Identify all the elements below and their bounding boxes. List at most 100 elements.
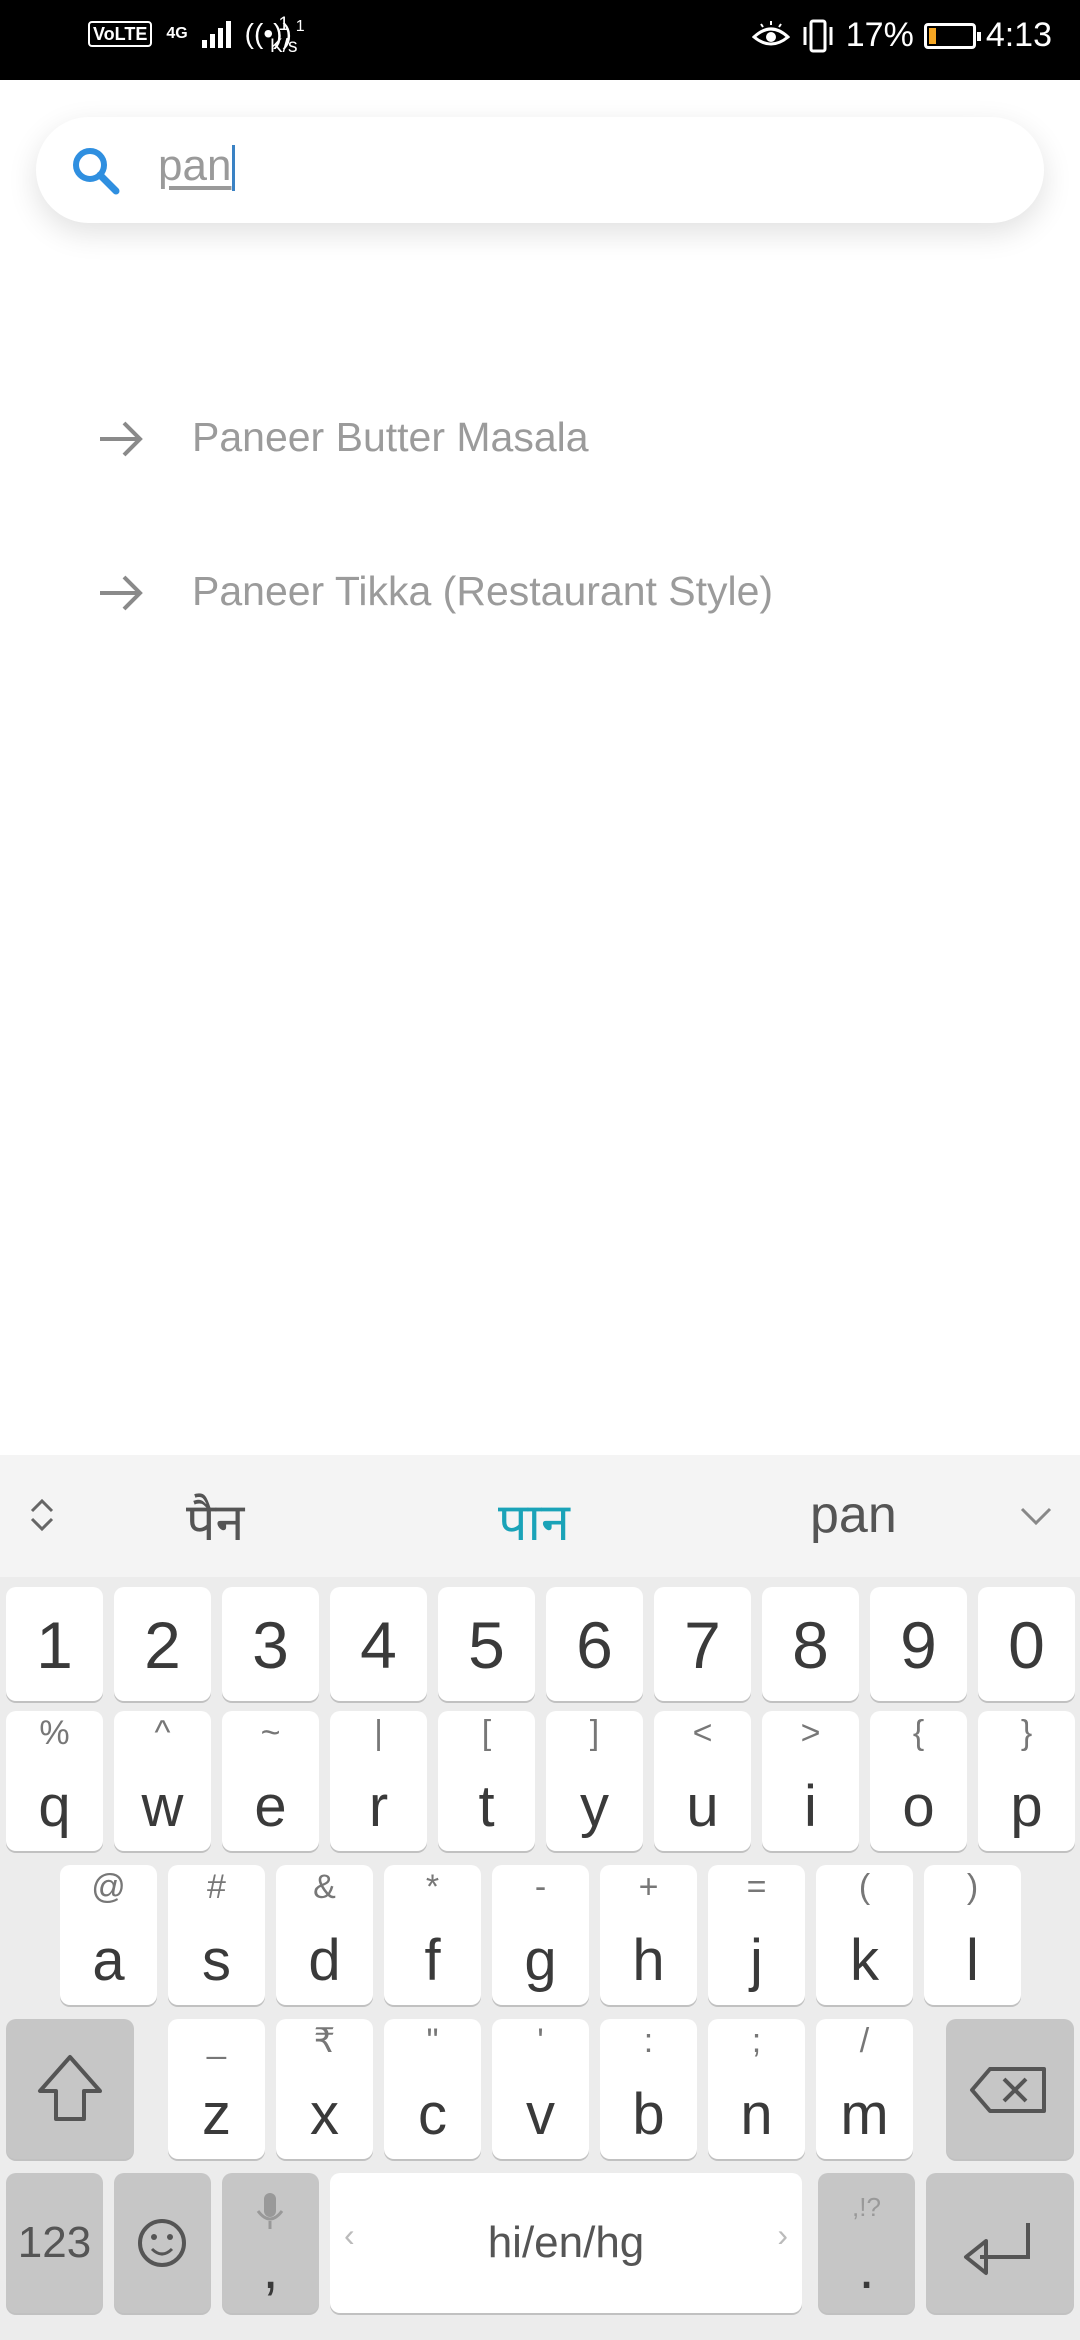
key-label: a — [92, 1928, 125, 1993]
network-speed-unit: K/s — [270, 36, 298, 57]
arrow-right-icon — [100, 421, 143, 457]
key-label: . — [858, 2236, 875, 2301]
enter-key[interactable] — [926, 2173, 1074, 2313]
battery-icon — [923, 22, 981, 49]
key-label: 6 — [576, 1608, 613, 1682]
mode-123-key[interactable]: 123 — [6, 2173, 103, 2313]
space-key[interactable]: ‹ › hi/en/hg — [330, 2173, 802, 2313]
key-label: t — [478, 1774, 495, 1839]
key-label: 9 — [900, 1608, 937, 1682]
key-e[interactable]: ~ e — [222, 1711, 319, 1851]
key-label: j — [750, 1928, 763, 1993]
key-7[interactable]: 7 — [654, 1587, 751, 1701]
key-label: , — [262, 2236, 279, 2301]
key-w[interactable]: ^ w — [114, 1711, 211, 1851]
key-d[interactable]: & d — [276, 1865, 373, 2005]
period-key[interactable]: ,!?. — [818, 2173, 915, 2313]
emoji-key[interactable] — [114, 2173, 211, 2313]
key-0[interactable]: 0 — [978, 1587, 1075, 1701]
key-alt-label: & — [313, 1868, 336, 1906]
key-j[interactable]: = j — [708, 1865, 805, 2005]
key-alt-label: @ — [91, 1868, 126, 1906]
suggestion-item[interactable]: Paneer Tikka (Restaurant Style) — [0, 532, 1080, 652]
candidate-word-selected[interactable]: पान — [498, 1485, 570, 1556]
key-6[interactable]: 6 — [546, 1587, 643, 1701]
key-h[interactable]: + h — [600, 1865, 697, 2005]
key-alt-label: ) — [966, 1868, 979, 1906]
key-2[interactable]: 2 — [114, 1587, 211, 1701]
space-label: hi/en/hg — [487, 2218, 645, 2267]
shift-key[interactable] — [6, 2019, 134, 2159]
key-8[interactable]: 8 — [762, 1587, 859, 1701]
key-z[interactable]: _ z — [168, 2019, 265, 2159]
key-alt-label: ,!? — [852, 2192, 881, 2222]
key-b[interactable]: :b — [600, 2019, 697, 2159]
volte-indicator: VoLTE — [88, 21, 153, 47]
key-label: v — [526, 2082, 555, 2147]
chevron-down-icon[interactable] — [1016, 1497, 1056, 1537]
key-v[interactable]: ' v — [492, 2019, 589, 2159]
key-alt-label: ' — [537, 2022, 544, 2060]
key-label: n — [740, 2082, 773, 2147]
key-alt-label: + — [638, 1868, 659, 1906]
key-p[interactable]: } p — [978, 1711, 1075, 1851]
key-n[interactable]: ; n — [708, 2019, 805, 2159]
key-label: c — [418, 2082, 447, 2147]
candidate-word[interactable]: पैन — [186, 1485, 244, 1556]
key-4[interactable]: 4 — [330, 1587, 427, 1701]
key-a[interactable]: @ a — [60, 1865, 157, 2005]
expand-arrows-icon[interactable] — [22, 1495, 62, 1535]
comma-key[interactable]: , — [222, 2173, 319, 2313]
key-label: u — [686, 1774, 719, 1839]
key-alt-label: ^ — [154, 1714, 171, 1752]
key-label: 8 — [792, 1608, 829, 1682]
key-l[interactable]: ) l — [924, 1865, 1021, 2005]
emoji-icon — [138, 2219, 186, 2267]
network-type: 4G — [166, 25, 188, 42]
key-q[interactable]: % q — [6, 1711, 103, 1851]
search-input[interactable]: pan — [158, 141, 236, 192]
key-label: l — [966, 1928, 979, 1993]
key-k[interactable]: (k — [816, 1865, 913, 2005]
key-3[interactable]: 3 — [222, 1587, 319, 1701]
backspace-key[interactable] — [946, 2019, 1074, 2159]
key-label: w — [141, 1774, 184, 1839]
search-bar[interactable]: pan — [36, 117, 1044, 223]
key-i[interactable]: > i — [762, 1711, 859, 1851]
key-alt-label: / — [859, 2022, 870, 2060]
key-y[interactable]: ] y — [546, 1711, 643, 1851]
enter-icon — [964, 2223, 1030, 2275]
eye-comfort-icon — [751, 20, 790, 45]
key-m[interactable]: / m — [816, 2019, 913, 2159]
key-label: 7 — [684, 1608, 721, 1682]
key-x[interactable]: ₹ x — [276, 2019, 373, 2159]
key-t[interactable]: [t — [438, 1711, 535, 1851]
key-5[interactable]: 5 — [438, 1587, 535, 1701]
clock: 4:13 — [985, 16, 1052, 54]
key-label: g — [524, 1928, 557, 1993]
key-label: h — [632, 1928, 665, 1993]
search-icon[interactable] — [68, 143, 124, 199]
key-label: k — [850, 1928, 879, 1993]
arrow-right-icon — [100, 575, 143, 611]
key-label: e — [254, 1774, 287, 1839]
suggestion-item[interactable]: Paneer Butter Masala — [0, 378, 1080, 498]
candidate-word[interactable]: pan — [810, 1485, 897, 1545]
key-r[interactable]: | r — [330, 1711, 427, 1851]
key-c[interactable]: " c — [384, 2019, 481, 2159]
suggestion-label: Paneer Tikka (Restaurant Style) — [192, 568, 774, 614]
key-alt-label: - — [534, 1868, 547, 1906]
key-9[interactable]: 9 — [870, 1587, 967, 1701]
status-right: 17% 4:13 — [751, 16, 1052, 55]
key-o[interactable]: {o — [870, 1711, 967, 1851]
key-g[interactable]: -g — [492, 1865, 589, 2005]
key-label: o — [902, 1774, 935, 1839]
key-label: d — [308, 1928, 341, 1993]
key-alt-label: ~ — [260, 1714, 281, 1752]
key-s[interactable]: # s — [168, 1865, 265, 2005]
key-u[interactable]: < u — [654, 1711, 751, 1851]
key-1[interactable]: 1 — [6, 1587, 103, 1701]
key-label: 5 — [468, 1608, 505, 1682]
key-label: i — [804, 1774, 817, 1839]
key-f[interactable]: * f — [384, 1865, 481, 2005]
